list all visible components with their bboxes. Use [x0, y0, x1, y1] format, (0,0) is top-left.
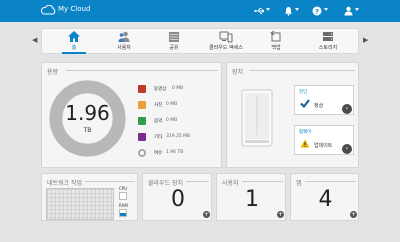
nav-prev-arrow-icon[interactable]: ◀ — [32, 36, 37, 44]
nav-users[interactable]: 사용자 — [103, 29, 145, 53]
svg-text:?: ? — [315, 7, 319, 15]
backup-icon — [270, 30, 281, 42]
cloud-logo-icon — [40, 5, 56, 15]
legend-other-label: 기타 — [154, 135, 163, 140]
nav-users-label: 사용자 — [117, 45, 131, 51]
legend-photos-label: 사진 — [154, 103, 163, 108]
diagnostics-chevron-icon[interactable]: › — [342, 104, 352, 114]
legend-photos-value: 0 MB — [166, 102, 178, 107]
cloud-devices-icon — [219, 31, 233, 43]
nav-shares-label: 공유 — [169, 45, 179, 51]
legend-music-value: 0 MB — [166, 118, 178, 123]
cloud-devices-title-divider — [186, 181, 209, 182]
usb-icon[interactable] — [253, 4, 267, 17]
storage-icon — [323, 32, 333, 41]
legend-video-value: 0 MB — [172, 86, 184, 91]
network-title: 네트워크 작업 — [47, 180, 83, 187]
ram-label: RAM — [119, 203, 128, 208]
firmware-chevron-icon[interactable]: › — [342, 144, 352, 154]
cloud-devices-title: 클라우드 장치 — [148, 180, 184, 187]
storage-total-unit: TB — [83, 127, 92, 134]
device-panel: 장치 진단 정상 › 펌웨어 업데이트 › — [226, 62, 359, 168]
nav-backup-label: 백업 — [271, 45, 281, 51]
cloud-devices-count: 0 — [171, 187, 185, 212]
apps-title-divider — [305, 181, 356, 182]
nav-backup[interactable]: 백업 — [255, 29, 297, 53]
bell-menu-caret-icon[interactable] — [295, 8, 299, 11]
folder-icon — [169, 32, 179, 42]
nav-cloud-access-label: 클라우드 액세스 — [209, 45, 243, 51]
device-title: 장치 — [232, 69, 244, 76]
bell-icon[interactable] — [281, 4, 295, 17]
video-icon — [138, 85, 146, 93]
device-title-divider — [249, 70, 355, 71]
legend-other-value: 319.35 MB — [166, 134, 191, 139]
nav-shares[interactable]: 공유 — [153, 29, 195, 53]
users-icon — [118, 31, 130, 42]
users-count: 1 — [245, 187, 259, 212]
users-title-divider — [242, 181, 283, 182]
apps-panel[interactable]: 앱 4 + — [290, 173, 359, 221]
free-space-icon — [138, 149, 146, 157]
add-cloud-device-icon[interactable]: + — [203, 211, 210, 218]
network-graph — [46, 188, 114, 220]
storage-title-divider — [66, 70, 218, 71]
usb-menu-caret-icon[interactable] — [266, 8, 270, 11]
firmware-status: 업데이트 — [314, 143, 333, 149]
help-icon[interactable]: ? — [310, 4, 324, 17]
cpu-label: CPU — [119, 186, 128, 191]
nav-home-label: 홈 — [71, 45, 77, 51]
legend-free-label: 여유 — [154, 151, 163, 156]
main-nav: 홈 사용자 공유 클라우드 액세스 백업 스토리지 — [41, 28, 359, 54]
legend-free-value: 1.96 TB — [166, 150, 184, 155]
add-user-icon[interactable]: + — [277, 211, 284, 218]
diagnostics-label: 진단 — [299, 90, 308, 95]
nav-cloud-access[interactable]: 클라우드 액세스 — [205, 29, 247, 53]
device-image — [241, 89, 273, 147]
nav-next-arrow-icon[interactable]: ▶ — [363, 36, 368, 44]
cloud-devices-panel[interactable]: 클라우드 장치 0 + — [142, 173, 212, 221]
check-icon — [300, 99, 310, 108]
storage-panel: 용량 1.96 TB 동영상 0 MB 사진 0 MB 음악 0 MB 기타 3… — [41, 62, 222, 168]
storage-total-value: 1.96 — [65, 101, 110, 125]
nav-storage[interactable]: 스토리지 — [307, 29, 349, 53]
help-menu-caret-icon[interactable] — [324, 8, 328, 11]
diagnostics-status: 정상 — [314, 103, 324, 109]
warning-icon — [300, 139, 310, 148]
music-icon — [138, 117, 146, 125]
cpu-meter — [119, 192, 127, 200]
top-bar: My Cloud ? — [0, 0, 400, 22]
diagnostics-card[interactable]: 진단 정상 › — [294, 85, 354, 115]
photo-icon — [138, 101, 146, 109]
add-app-icon[interactable]: + — [350, 211, 357, 218]
ram-meter — [119, 209, 127, 217]
firmware-card[interactable]: 펌웨어 업데이트 › — [294, 125, 354, 155]
users-title: 사용자 — [222, 180, 239, 187]
legend-music-label: 음악 — [154, 119, 163, 124]
network-panel: 네트워크 작업 CPU RAM — [41, 173, 138, 221]
user-menu-caret-icon[interactable] — [355, 8, 359, 11]
nav-home[interactable]: 홈 — [53, 29, 95, 54]
apps-title: 앱 — [296, 180, 302, 187]
legend-video-label: 동영상 — [154, 87, 167, 92]
home-icon — [68, 31, 80, 42]
storage-title: 용량 — [47, 69, 59, 76]
firmware-label: 펌웨어 — [299, 130, 312, 135]
other-file-icon — [138, 133, 146, 141]
app-title: My Cloud — [58, 5, 91, 13]
nav-storage-label: 스토리지 — [318, 45, 338, 51]
network-title-divider — [85, 181, 135, 182]
users-panel[interactable]: 사용자 1 + — [216, 173, 286, 221]
apps-count: 4 — [318, 187, 333, 212]
user-icon[interactable] — [341, 4, 355, 17]
